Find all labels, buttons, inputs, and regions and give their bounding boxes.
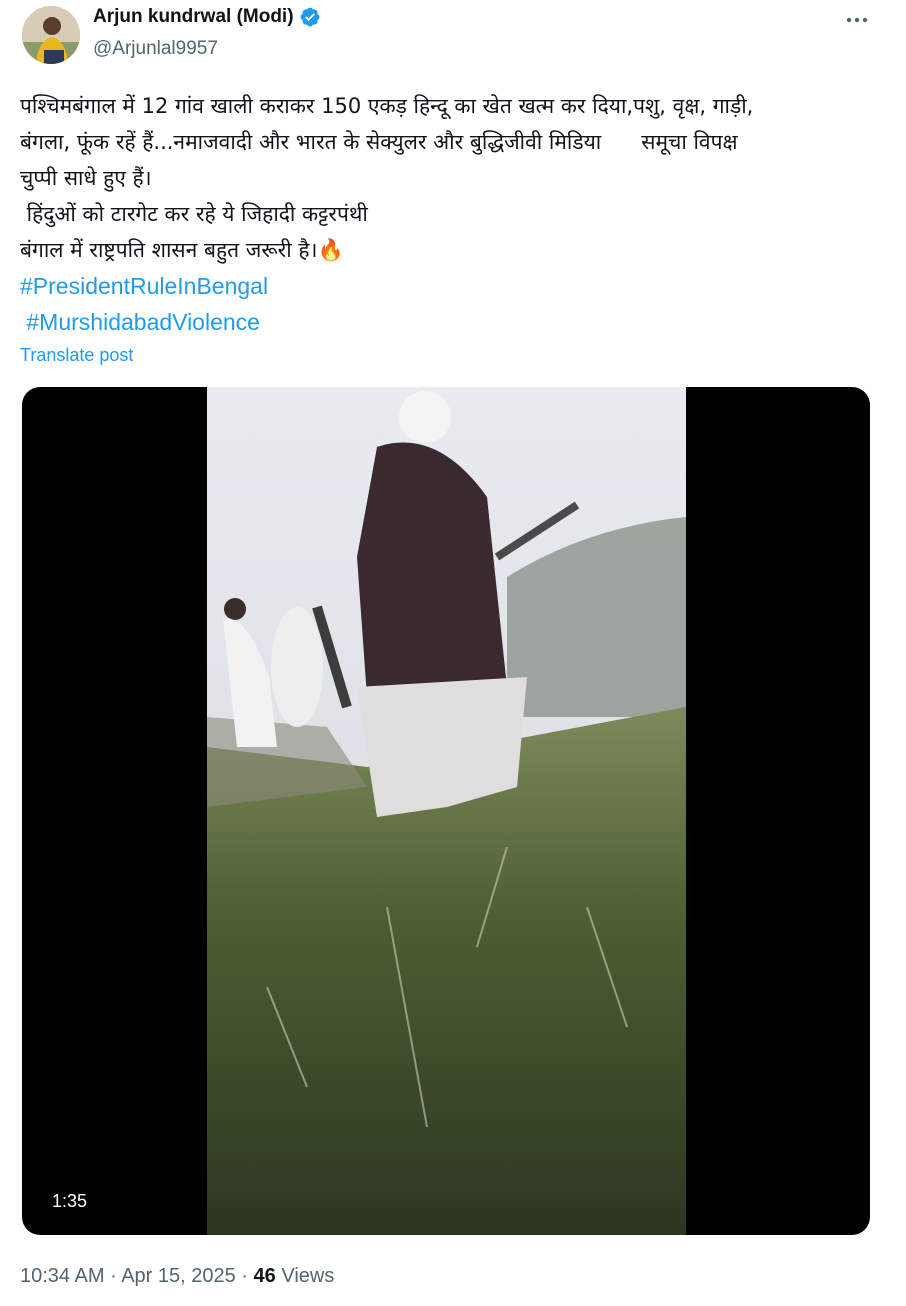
post-meta: 10:34 AM · Apr 15, 2025 · 46 Views [20, 1265, 334, 1288]
meta-separator: · [241, 1265, 248, 1287]
post-time[interactable]: 10:34 AM [20, 1265, 105, 1287]
meta-separator: · [110, 1265, 117, 1287]
author-name-row[interactable]: Arjun kundrwal (Modi) [93, 6, 321, 28]
author-display-name[interactable]: Arjun kundrwal (Modi) [93, 6, 294, 28]
hashtag-link[interactable]: #PresidentRuleInBengal [20, 268, 268, 304]
verified-badge-icon [300, 7, 319, 27]
post-text-line: बंगला, फूंक रहें हैं...नमाजवादी और भारत … [20, 130, 738, 154]
avatar-photo [22, 6, 80, 64]
post-text-line: चुप्पी साधे हुए हैं। [20, 166, 152, 190]
more-dots-icon [846, 17, 868, 23]
post-date[interactable]: Apr 15, 2025 [121, 1265, 236, 1287]
video-player[interactable]: 1:35 [22, 387, 870, 1235]
post-text-line: बंगाल में राष्ट्रपति शासन बहुत जरूरी है।… [20, 238, 344, 262]
translate-post-link[interactable]: Translate post [20, 345, 133, 366]
video-thumbnail [207, 387, 686, 1235]
views-label: Views [281, 1265, 335, 1287]
author-handle[interactable]: @Arjunlal9957 [93, 38, 218, 60]
post-text-line: पश्चिमबंगाल में 12 गांव खाली कराकर 150 ए… [20, 94, 754, 118]
views-count: 46 [253, 1265, 276, 1287]
video-duration: 1:35 [52, 1191, 88, 1211]
more-options-button[interactable] [838, 6, 876, 34]
post-text: पश्चिमबंगाल में 12 गांव खाली कराकर 150 ए… [20, 88, 880, 340]
hashtag-link[interactable]: #MurshidabadViolence [20, 304, 260, 340]
avatar[interactable] [22, 6, 80, 64]
post-text-line: हिंदुओं को टारगेट कर रहे ये जिहादी कट्टर… [20, 202, 368, 226]
